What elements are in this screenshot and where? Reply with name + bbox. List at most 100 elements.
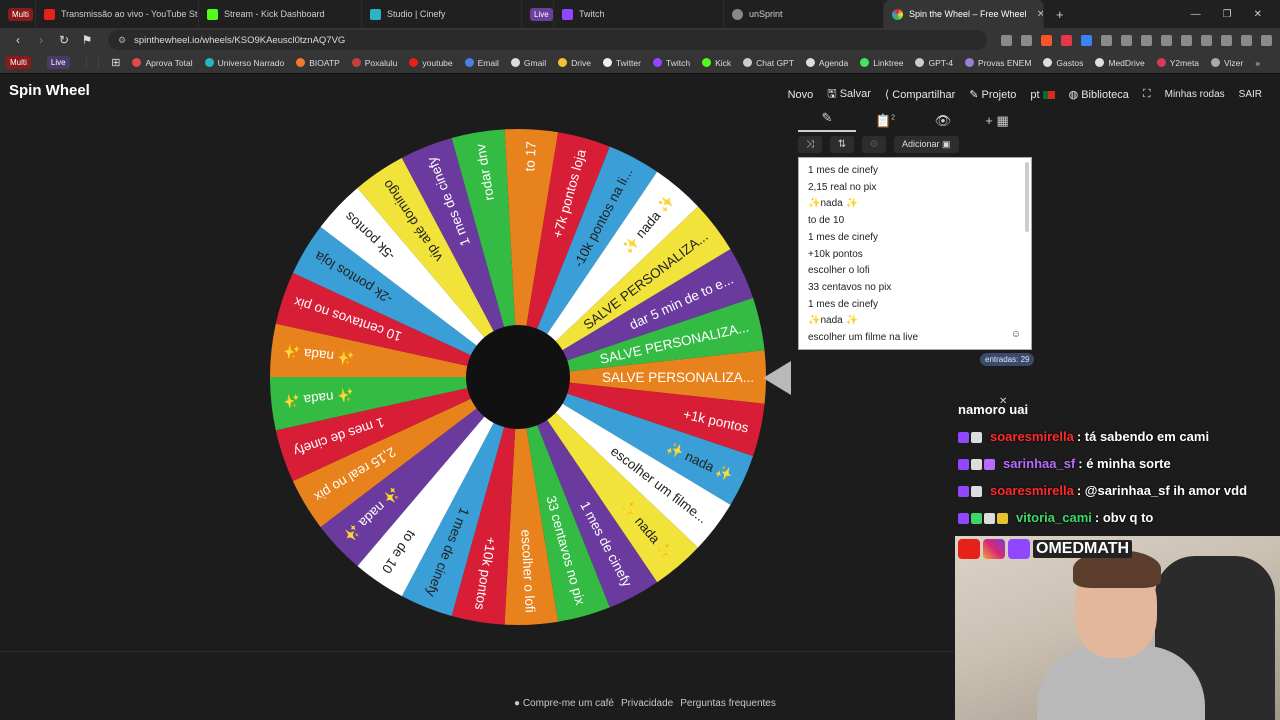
minimize-icon[interactable]: — xyxy=(1191,9,1201,20)
library-button[interactable]: ◍ Biblioteca xyxy=(1069,88,1129,101)
bookmark-icon[interactable]: ⚑ xyxy=(77,33,97,47)
my-wheels-button[interactable]: Minhas rodas xyxy=(1165,89,1225,100)
extension-icon[interactable] xyxy=(85,57,87,68)
entry-line: 33 centavos no pix xyxy=(808,281,892,293)
entries-textarea[interactable]: 1 mes de cinefy 2,15 real no pix ✨nada ✨… xyxy=(798,157,1032,350)
bookmark-item[interactable]: Chat GPT xyxy=(743,58,794,68)
logout-button[interactable]: SAIR xyxy=(1239,89,1262,100)
bookmark-item[interactable]: Poxalulu xyxy=(351,58,397,68)
bookmark-item[interactable]: Vizer xyxy=(1211,58,1243,68)
settings-button[interactable]: ⚙ xyxy=(862,135,886,153)
more-bookmarks-icon[interactable]: » xyxy=(1255,58,1260,68)
tab-label: Multi xyxy=(8,7,33,21)
vizer-icon xyxy=(1211,58,1221,67)
brave-shield-icon[interactable] xyxy=(1041,34,1052,46)
penguin-badge-icon xyxy=(971,459,982,471)
site-logo[interactable]: Spin Wheel xyxy=(9,82,90,99)
extension-icon[interactable] xyxy=(98,57,100,68)
tab-spin-the-wheel[interactable]: Spin the Wheel – Free Wheel ✕ xyxy=(884,0,1044,28)
apps-grid-icon[interactable]: ⊞ xyxy=(111,56,120,69)
tab-edit-entries[interactable]: ✎ xyxy=(798,110,856,132)
bookmark-item[interactable]: Twitter xyxy=(602,58,641,68)
tab-cinefy[interactable]: Studio | Cinefy xyxy=(362,0,522,28)
x-icon xyxy=(602,58,612,67)
bookmark-item[interactable]: MedDrive xyxy=(1095,58,1145,68)
tab-label: Stream - Kick Dashboard xyxy=(224,9,325,19)
bookmark-item[interactable]: Kick xyxy=(702,58,731,68)
footer-links: ● Compre-me um café Privacidade Pergunta… xyxy=(514,698,776,709)
faq-link[interactable]: Perguntas frequentes xyxy=(680,698,776,709)
extension-icon[interactable] xyxy=(1121,34,1132,46)
kick-icon xyxy=(702,58,712,67)
extension-icon[interactable] xyxy=(1221,34,1232,46)
bookmark-item[interactable]: Aprova Total xyxy=(132,58,193,68)
extension-icon[interactable] xyxy=(1201,34,1212,46)
back-icon[interactable]: ‹ xyxy=(8,33,28,47)
wheel[interactable]: SALVE PERSONALIZA... +1k pontos ✨ nada ✨ es… xyxy=(268,127,768,627)
bookmark-item[interactable]: BIOATP xyxy=(296,58,340,68)
vpn-icon[interactable] xyxy=(1241,34,1252,46)
wheel-hub[interactable] xyxy=(466,325,570,429)
youtube-icon xyxy=(409,58,419,67)
extension-icon[interactable] xyxy=(1101,34,1112,46)
coffee-link[interactable]: ● Compre-me um café xyxy=(514,698,614,709)
share-button[interactable]: ⟨ Compartilhar xyxy=(885,88,955,101)
bookmark-item[interactable]: GPT-4 xyxy=(915,58,953,68)
forward-icon[interactable]: › xyxy=(31,33,51,47)
bookmark-item[interactable]: Email xyxy=(464,58,499,68)
new-button[interactable]: Novo xyxy=(788,89,814,101)
entry-line: escolher um filme na live xyxy=(808,332,919,344)
url-field[interactable]: ⚙ spinthewheel.io/wheels/KSO9KAeuscl0tzn… xyxy=(108,30,987,50)
bookmark-item[interactable]: Provas ENEM xyxy=(965,58,1031,68)
menu-icon[interactable] xyxy=(1261,34,1272,46)
entry-line: to de 10 xyxy=(808,215,845,227)
bookmark-item[interactable]: Linktree xyxy=(860,58,903,68)
fullscreen-icon[interactable]: ⛶ xyxy=(1143,88,1151,101)
brave-rewards-icon[interactable] xyxy=(1061,34,1072,46)
new-tab-icon[interactable]: + xyxy=(1056,7,1064,22)
reload-icon[interactable]: ↻ xyxy=(54,33,74,47)
browser-tab-strip: Multi Transmissão ao vivo - YouTube Stud… xyxy=(0,0,1280,28)
tab-live[interactable]: Live xyxy=(522,0,554,28)
tab-results[interactable]: 📋2 xyxy=(856,113,914,129)
tab-add-wheel[interactable]: + ▦ xyxy=(972,113,1022,129)
close-tab-icon[interactable]: ✕ xyxy=(1027,9,1043,20)
entries-scrollbar[interactable] xyxy=(1025,162,1029,232)
bookmark-live[interactable]: Live xyxy=(46,56,70,69)
site-info-icon[interactable]: ⚙ xyxy=(118,35,126,46)
project-button[interactable]: ✎ Projeto xyxy=(969,88,1016,101)
bookmark-item[interactable]: youtube xyxy=(409,58,453,68)
close-window-icon[interactable]: ✕ xyxy=(1254,9,1262,20)
tab-label: Live xyxy=(530,7,553,21)
bookmark-item[interactable]: Gastos xyxy=(1043,58,1083,68)
bookmark-item[interactable]: Drive xyxy=(558,58,591,68)
wheel-graphic[interactable]: SALVE PERSONALIZA...+1k pontos✨ nada ✨es… xyxy=(268,127,768,627)
sort-button[interactable]: ⇅ xyxy=(830,135,854,153)
add-image-button[interactable]: Adicionar ▣ xyxy=(894,135,959,153)
download-icon[interactable] xyxy=(1141,34,1152,46)
bookmark-item[interactable]: Gmail xyxy=(510,58,546,68)
shuffle-button[interactable]: ⤨ xyxy=(798,135,822,153)
translate-icon[interactable] xyxy=(1001,34,1012,46)
bookmark-multi[interactable]: Multi xyxy=(6,56,31,69)
privacy-link[interactable]: Privacidade xyxy=(621,698,673,709)
bookmark-item[interactable]: Agenda xyxy=(805,58,848,68)
bookmark-item[interactable]: Y2meta xyxy=(1156,58,1199,68)
tab-twitch[interactable]: Twitch xyxy=(554,0,724,28)
language-selector[interactable]: pt xyxy=(1030,89,1055,101)
tab-multi[interactable]: Multi xyxy=(0,0,36,28)
save-button[interactable]: 🖫 Salvar xyxy=(827,85,871,104)
share-icon[interactable] xyxy=(1021,34,1032,46)
wallet-icon[interactable] xyxy=(1181,34,1192,46)
extension-icon[interactable] xyxy=(1081,34,1092,46)
restore-icon[interactable]: ❐ xyxy=(1223,9,1232,20)
tab-unsprint[interactable]: unSprint xyxy=(724,0,884,28)
sidebar-icon[interactable] xyxy=(1161,34,1172,46)
bookmark-item[interactable]: Universo Narrado xyxy=(204,58,284,68)
tab-hide[interactable]: 👁 xyxy=(914,113,972,129)
bookmark-item[interactable]: Twitch xyxy=(652,58,690,68)
emoji-picker-icon[interactable]: ☺ xyxy=(1011,329,1021,340)
tab-youtube-studio[interactable]: Transmissão ao vivo - YouTube Studio xyxy=(36,0,199,28)
chat-title: namoro uai xyxy=(958,402,1029,417)
tab-kick-dashboard[interactable]: Stream - Kick Dashboard xyxy=(199,0,362,28)
